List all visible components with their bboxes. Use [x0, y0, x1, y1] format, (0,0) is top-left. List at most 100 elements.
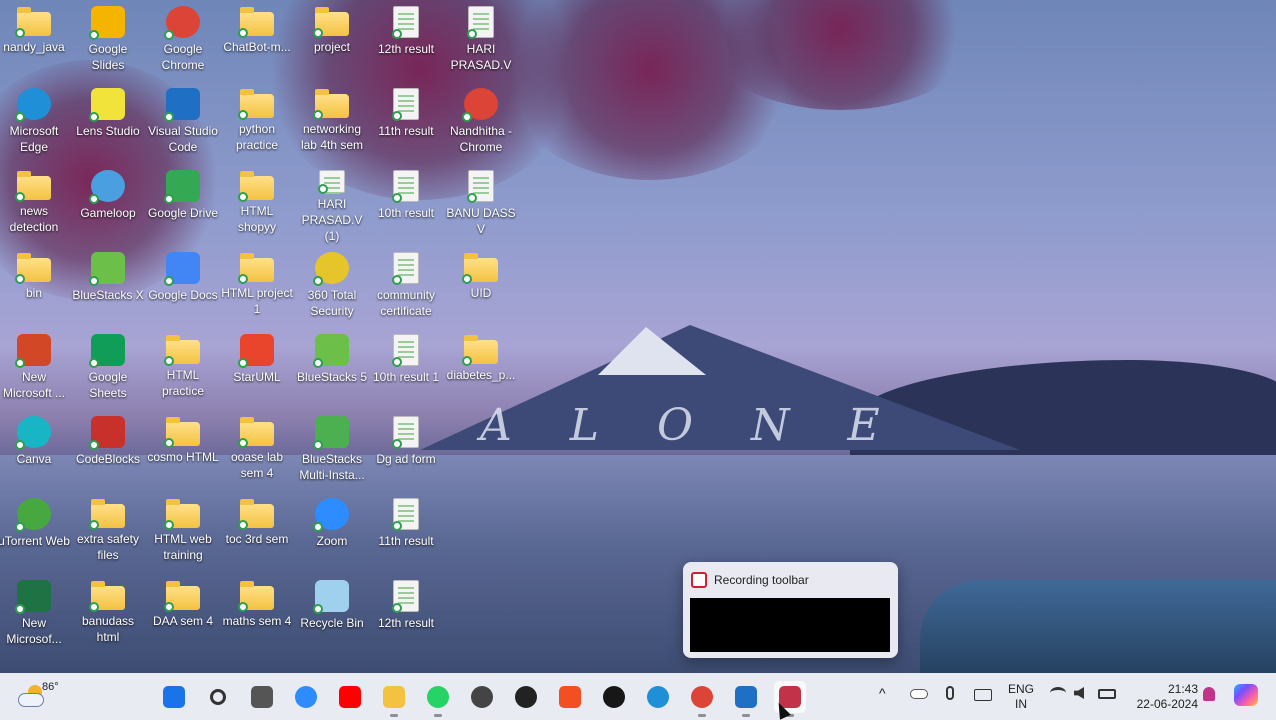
taskbar-zoom-button[interactable]	[290, 681, 322, 713]
desktop-icon[interactable]: nandy_java	[0, 0, 71, 80]
desktop-icon[interactable]: toc 3rd sem	[220, 492, 294, 572]
wifi-icon[interactable]	[1050, 687, 1066, 699]
desktop-icon[interactable]: HTML project 1	[220, 246, 294, 326]
desktop-icon[interactable]: maths sem 4	[220, 574, 294, 654]
document-icon	[318, 170, 345, 194]
sync-status-icon	[313, 110, 323, 120]
desktop-icon[interactable]: Zoom	[295, 492, 369, 572]
powerpoint-icon	[15, 334, 51, 368]
show-hidden-icons-chevron-icon[interactable]: ^	[879, 685, 886, 701]
taskbar-whatsapp-button[interactable]	[422, 681, 454, 717]
desktop-icon[interactable]: BlueStacks X	[71, 246, 145, 326]
taskbar-search-button[interactable]	[202, 681, 234, 713]
desktop-icon[interactable]: 360 Total Security	[295, 246, 369, 326]
volume-icon[interactable]	[1074, 687, 1084, 699]
windows-start-icon	[163, 686, 185, 708]
battery-icon[interactable]	[1098, 689, 1116, 699]
desktop-icon[interactable]: python practice	[220, 82, 294, 162]
weather-temperature: 86°	[42, 681, 59, 693]
desktop-icon[interactable]: banudass html	[71, 574, 145, 654]
microphone-icon[interactable]	[946, 686, 954, 700]
taskbar-task-view-button[interactable]	[246, 681, 278, 713]
desktop-icon[interactable]: bin	[0, 246, 71, 326]
desktop-icon-label: cosmo HTML	[147, 450, 219, 464]
desktop-icon[interactable]: 11th result	[369, 492, 443, 572]
desktop-icon[interactable]: Canva	[0, 410, 71, 490]
folder-icon	[89, 581, 125, 612]
desktop-icon[interactable]: project	[295, 0, 369, 80]
taskbar-vscode-button[interactable]	[730, 681, 762, 717]
recording-toolbar-popup[interactable]: Recording toolbar	[683, 562, 898, 658]
taskbar-github-button[interactable]	[598, 681, 630, 713]
sync-status-icon	[392, 193, 402, 203]
desktop-icon-label: CodeBlocks	[75, 452, 141, 466]
desktop-icon[interactable]: Visual Studio Code	[146, 82, 220, 162]
desktop-icon[interactable]: HARI PRASAD.V (1)	[295, 164, 369, 244]
taskbar-youtube-button[interactable]	[334, 681, 366, 713]
clock-date: 22-06-2024	[1136, 697, 1198, 711]
desktop-icon[interactable]: Google Drive	[146, 164, 220, 244]
sync-status-icon	[462, 356, 472, 366]
recording-toolbar-preview[interactable]	[690, 598, 890, 652]
desktop-icon[interactable]: uTorrent Web	[0, 492, 71, 572]
taskbar-microsoft-store-button[interactable]	[554, 681, 586, 713]
desktop-icon[interactable]: Lens Studio	[71, 82, 145, 162]
desktop-icon[interactable]: BlueStacks 5	[295, 328, 369, 408]
desktop-icon-label: uTorrent Web	[0, 534, 70, 548]
taskbar-chrome-button[interactable]	[686, 681, 718, 717]
notification-bell-icon[interactable]	[1203, 687, 1215, 701]
desktop-icon[interactable]: Gameloop	[71, 164, 145, 244]
desktop-icon[interactable]: HTML shopyy	[220, 164, 294, 244]
desktop-icon-label: networking lab 4th sem	[300, 122, 364, 152]
desktop-icon[interactable]: diabetes_p...	[444, 328, 518, 408]
taskbar-chatgpt-button[interactable]	[510, 681, 542, 713]
desktop-icon[interactable]: Nandhitha - Chrome	[444, 82, 518, 162]
desktop-icon[interactable]: extra safety files	[71, 492, 145, 572]
input-language-indicator[interactable]: ENG IN	[1004, 682, 1038, 712]
keyboard-icon[interactable]	[974, 689, 992, 701]
folder-icon	[15, 7, 51, 38]
desktop-icon[interactable]: Dg ad form	[369, 410, 443, 490]
copilot-icon[interactable]	[1234, 684, 1258, 706]
desktop-icon[interactable]: Microsoft Edge	[0, 82, 71, 162]
desktop-icon[interactable]: Google Chrome	[146, 0, 220, 80]
clock[interactable]: 21:43 22-06-2024	[1126, 682, 1198, 712]
onedrive-icon[interactable]	[910, 689, 928, 699]
desktop-icon[interactable]: CodeBlocks	[71, 410, 145, 490]
desktop-icon[interactable]: StarUML	[220, 328, 294, 408]
desktop-icon[interactable]: HTML web training	[146, 492, 220, 572]
desktop-icon[interactable]: 10th result 1	[369, 328, 443, 408]
desktop-icon[interactable]: Google Docs	[146, 246, 220, 326]
desktop-icon[interactable]: HARI PRASAD.V	[444, 0, 518, 80]
desktop-icon[interactable]: 12th result	[369, 0, 443, 80]
taskbar-start-button[interactable]	[158, 681, 190, 713]
desktop-icon[interactable]: Google Slides	[71, 0, 145, 80]
folder-icon	[313, 89, 349, 120]
desktop-icon[interactable]: Recycle Bin	[295, 574, 369, 654]
taskbar-edge-button[interactable]	[642, 681, 674, 713]
desktop-icon[interactable]: BANU DASS V	[444, 164, 518, 244]
desktop-icon[interactable]: 10th result	[369, 164, 443, 244]
taskbar-file-explorer-button[interactable]	[378, 681, 410, 717]
desktop-icon[interactable]: HTML practice	[146, 328, 220, 408]
desktop-icon-label: HARI PRASAD.V	[450, 42, 512, 72]
desktop-icon[interactable]: Google Sheets	[71, 328, 145, 408]
desktop-icon[interactable]: news detection	[0, 164, 71, 244]
document-icon	[392, 88, 419, 121]
desktop-icon[interactable]: cosmo HTML	[146, 410, 220, 490]
desktop-icon[interactable]: UID	[444, 246, 518, 326]
desktop-icon[interactable]: New Microsoft ...	[0, 328, 71, 408]
desktop-icon[interactable]: 12th result	[369, 574, 443, 654]
desktop-icon[interactable]: community certificate	[369, 246, 443, 326]
desktop-icon[interactable]: 11th result	[369, 82, 443, 162]
desktop-icon[interactable]: networking lab 4th sem	[295, 82, 369, 162]
sync-status-icon	[15, 274, 25, 284]
desktop-icon[interactable]: BlueStacks Multi-Insta...	[295, 410, 369, 490]
weather-widget[interactable]: 86°	[14, 679, 64, 715]
desktop-icon[interactable]: New Microsof...	[0, 574, 71, 654]
taskbar-dell-button[interactable]	[466, 681, 498, 713]
desktop-icon[interactable]: ooase lab sem 4	[220, 410, 294, 490]
desktop[interactable]: A L O N E nandy_java Google Slides Google …	[0, 0, 1276, 673]
desktop-icon[interactable]: ChatBot-m...	[220, 0, 294, 80]
desktop-icon[interactable]: DAA sem 4	[146, 574, 220, 654]
